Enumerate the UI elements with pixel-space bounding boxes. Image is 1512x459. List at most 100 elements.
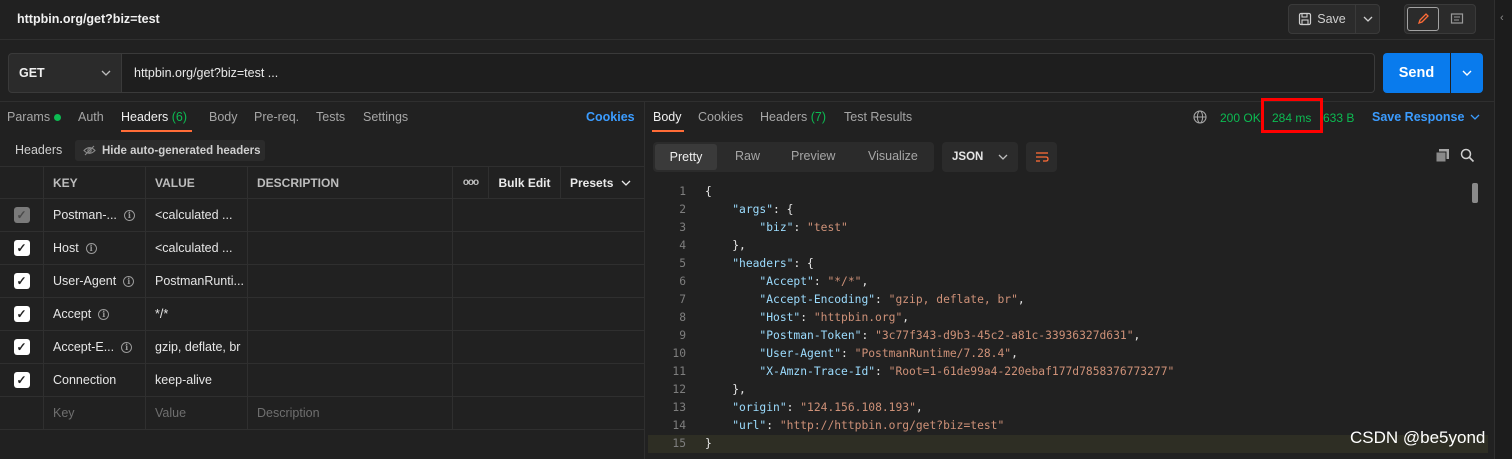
- wrap-lines-button[interactable]: [1026, 142, 1057, 172]
- code-line: 7 "Accept-Encoding": "gzip, deflate, br"…: [648, 291, 1488, 309]
- save-button[interactable]: Save: [1288, 4, 1356, 34]
- value-input[interactable]: Value: [146, 397, 248, 429]
- tab-headers-count: (6): [171, 110, 188, 124]
- save-dropdown-button[interactable]: [1355, 4, 1380, 34]
- save-response-button[interactable]: Save Response: [1372, 110, 1480, 124]
- info-icon[interactable]: i: [98, 308, 110, 320]
- tab-prereq[interactable]: Pre-req.: [254, 110, 299, 124]
- tab-auth[interactable]: Auth: [78, 110, 104, 124]
- comment-mode-button[interactable]: [1443, 7, 1471, 31]
- value-cell[interactable]: PostmanRunti...: [146, 265, 248, 297]
- copy-icon[interactable]: [1435, 148, 1450, 166]
- chevron-left-icon[interactable]: ‹: [1500, 12, 1504, 24]
- info-icon[interactable]: i: [121, 341, 133, 353]
- code-text: "headers": {: [732, 257, 814, 270]
- method-select[interactable]: GET: [8, 53, 122, 93]
- tab-response-headers[interactable]: Headers (7): [760, 110, 826, 124]
- key-text: Connection: [53, 373, 117, 387]
- line-number: 11: [672, 365, 686, 378]
- tab-visualize[interactable]: Visualize: [868, 149, 918, 163]
- title-bar: [0, 0, 1494, 40]
- code-text: }: [705, 437, 712, 450]
- line-number: 12: [672, 383, 686, 396]
- key-cell[interactable]: Postman-... i: [44, 199, 146, 231]
- description-input[interactable]: Description: [248, 397, 453, 429]
- send-button[interactable]: Send: [1383, 53, 1450, 93]
- checkbox[interactable]: ✓: [13, 339, 30, 355]
- hide-auto-headers-toggle[interactable]: Hide auto-generated headers: [75, 140, 265, 161]
- table-row: ✓ Accept-E... i gzip, deflate, br: [0, 331, 644, 364]
- value-cell[interactable]: gzip, deflate, br: [146, 331, 248, 363]
- vertical-scrollbar[interactable]: [1472, 183, 1478, 203]
- code-text: "Accept": "*/*",: [759, 275, 869, 288]
- tab-pretty[interactable]: Pretty: [655, 144, 717, 170]
- tab-raw[interactable]: Raw: [735, 149, 760, 163]
- line-number: 10: [672, 347, 686, 360]
- presets-button[interactable]: Presets: [561, 167, 644, 198]
- active-tab-indicator: [121, 130, 192, 132]
- tab-response-headers-label: Headers: [760, 110, 808, 124]
- row-checkbox-cell: ✓: [0, 199, 44, 231]
- key-input[interactable]: Key: [44, 397, 146, 429]
- line-number: 14: [672, 419, 686, 432]
- tab-headers-label: Headers: [121, 110, 169, 124]
- value-cell[interactable]: keep-alive: [146, 364, 248, 396]
- line-number: 5: [679, 257, 686, 270]
- bulk-edit-button[interactable]: Bulk Edit: [489, 167, 561, 198]
- panel-divider[interactable]: [644, 102, 645, 459]
- key-cell[interactable]: Accept i: [44, 298, 146, 330]
- code-line: 13 "origin": "124.156.108.193",: [648, 399, 1488, 417]
- checkbox[interactable]: ✓: [13, 306, 30, 322]
- description-cell[interactable]: [248, 232, 453, 264]
- description-cell[interactable]: [248, 265, 453, 297]
- key-cell[interactable]: Accept-E... i: [44, 331, 146, 363]
- key-cell[interactable]: Host i: [44, 232, 146, 264]
- code-line: 12 },: [648, 381, 1488, 399]
- request-title[interactable]: httpbin.org/get?biz=test: [17, 12, 160, 26]
- info-icon[interactable]: i: [123, 209, 135, 221]
- globe-icon[interactable]: [1193, 110, 1207, 127]
- tab-test-results[interactable]: Test Results: [844, 110, 912, 124]
- tab-body[interactable]: Body: [209, 110, 238, 124]
- format-select[interactable]: JSON: [942, 142, 1018, 172]
- checkbox[interactable]: ✓: [13, 372, 30, 388]
- value-cell[interactable]: <calculated ...: [146, 232, 248, 264]
- value-cell[interactable]: */*: [146, 298, 248, 330]
- headers-section-title: Headers: [15, 143, 63, 157]
- column-key: KEY: [44, 167, 146, 198]
- tab-response-body[interactable]: Body: [653, 110, 682, 124]
- info-icon[interactable]: i: [123, 275, 135, 287]
- description-cell[interactable]: [248, 199, 453, 231]
- tab-headers[interactable]: Headers (6): [121, 110, 187, 124]
- code-text: "url": "http://httpbin.org/get?biz=test": [732, 419, 1005, 432]
- more-options-button[interactable]: ooo: [453, 167, 489, 198]
- url-input[interactable]: httpbin.org/get?biz=test ...: [122, 53, 1375, 93]
- tab-response-cookies[interactable]: Cookies: [698, 110, 743, 124]
- checkbox[interactable]: ✓: [13, 240, 30, 256]
- description-cell[interactable]: [248, 364, 453, 396]
- code-text: "X-Amzn-Trace-Id": "Root=1-61de99a4-220e…: [759, 365, 1175, 378]
- cookies-link[interactable]: Cookies: [586, 110, 635, 124]
- description-cell[interactable]: [248, 331, 453, 363]
- key-cell[interactable]: User-Agent i: [44, 265, 146, 297]
- checkbox[interactable]: ✓: [13, 273, 30, 289]
- tab-preview[interactable]: Preview: [791, 149, 835, 163]
- info-icon[interactable]: i: [85, 242, 97, 254]
- floppy-icon: [1299, 12, 1312, 26]
- send-dropdown-button[interactable]: [1451, 53, 1483, 93]
- tab-tests[interactable]: Tests: [316, 110, 345, 124]
- row-checkbox-cell: ✓: [0, 331, 44, 363]
- line-number: 7: [679, 293, 686, 306]
- edit-mode-button[interactable]: [1407, 7, 1439, 31]
- wrap-icon: [1035, 152, 1049, 162]
- tab-params[interactable]: Params: [7, 110, 50, 124]
- search-icon[interactable]: [1460, 148, 1475, 166]
- value-cell[interactable]: <calculated ...: [146, 199, 248, 231]
- chevron-down-icon: [1363, 16, 1372, 22]
- response-size[interactable]: 633 B: [1323, 111, 1354, 125]
- key-text: Host: [53, 241, 79, 255]
- description-cell[interactable]: [248, 298, 453, 330]
- status-code[interactable]: 200 OK: [1220, 111, 1261, 125]
- key-cell[interactable]: Connection: [44, 364, 146, 396]
- tab-settings[interactable]: Settings: [363, 110, 408, 124]
